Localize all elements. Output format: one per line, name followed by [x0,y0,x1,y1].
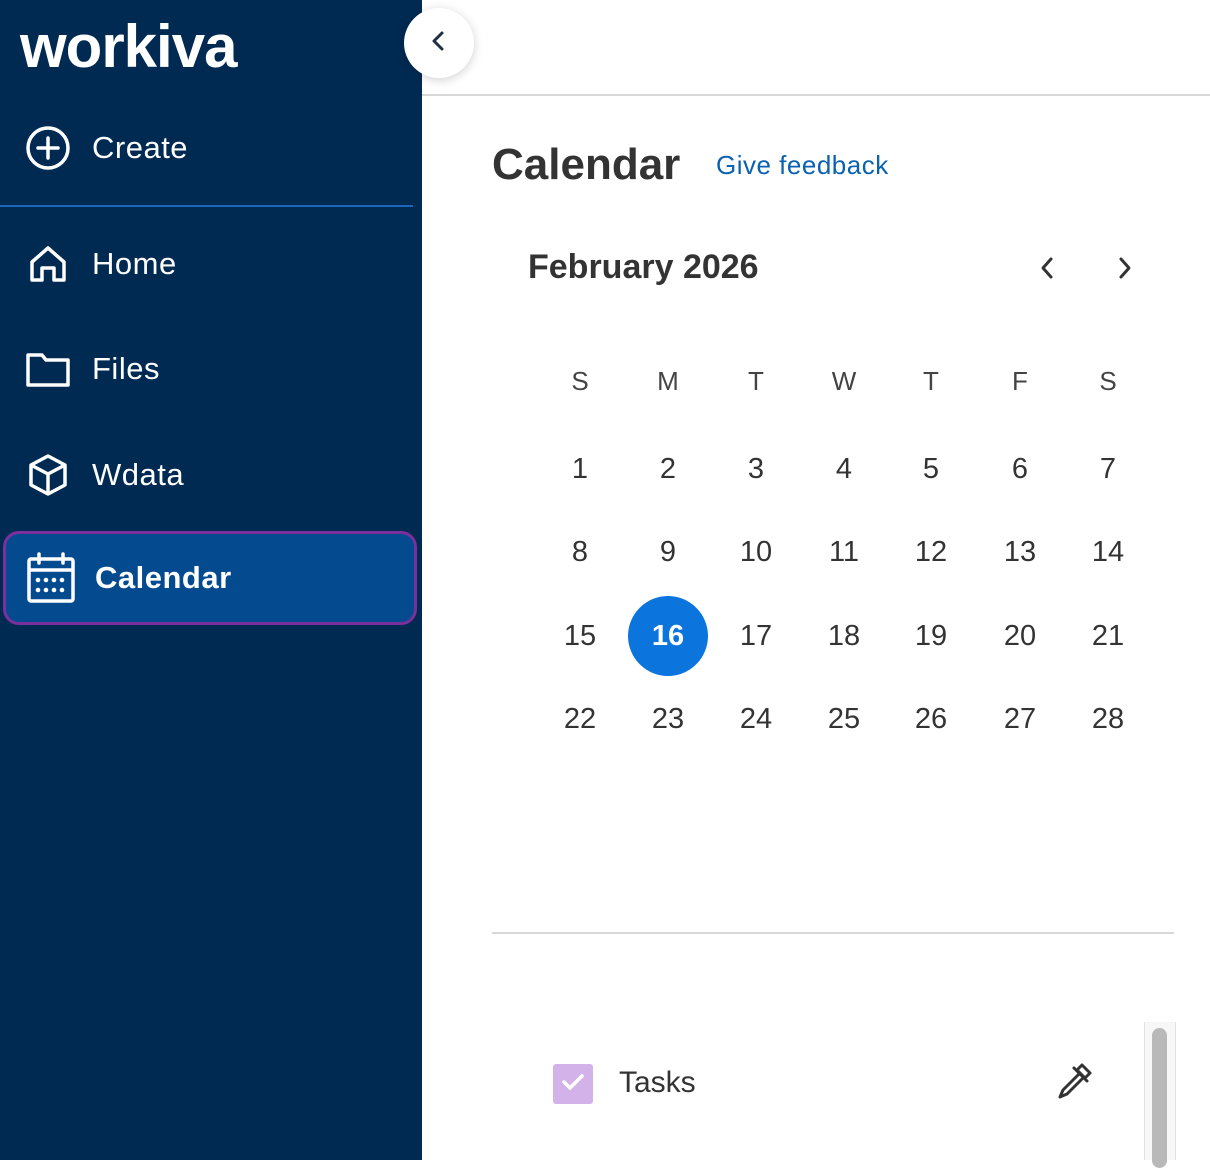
calendar-day[interactable]: 11 [804,512,884,592]
calendar-day[interactable]: 28 [1068,679,1148,759]
month-label: February 2026 [528,248,759,286]
weekday-label: F [1012,366,1028,396]
calendar-day[interactable]: 14 [1068,512,1148,592]
folder-icon [22,343,74,395]
calendar-day[interactable]: 9 [628,512,708,592]
sidebar-item-home[interactable]: Home [0,219,413,309]
sidebar-item-files[interactable]: Files [0,324,413,414]
home-icon [22,238,74,290]
sidebar: workiva Create Home Files Wdata Calendar [0,0,422,1160]
calendar-day[interactable]: 2 [628,429,708,509]
cube-icon [22,449,74,501]
tasks-label: Tasks [619,1066,696,1099]
calendar-day[interactable]: 22 [540,679,620,759]
calendar-day[interactable]: 6 [980,429,1060,509]
calendar-day[interactable]: 24 [716,679,796,759]
weekday-label: T [748,366,764,396]
collapse-sidebar-button[interactable] [404,8,474,78]
sidebar-divider [0,205,413,207]
create-label: Create [92,130,189,165]
calendar-day[interactable]: 15 [540,596,620,676]
header-divider [422,94,1210,96]
sidebar-item-wdata[interactable]: Wdata [0,430,413,520]
calendar-day[interactable]: 1 [540,429,620,509]
plus-circle-icon [22,122,74,174]
calendar-day[interactable]: 25 [804,679,884,759]
weekday-label: W [831,366,857,396]
give-feedback-link[interactable]: Give feedback [716,150,889,181]
eyedropper-icon [1052,1059,1096,1108]
calendar-day[interactable]: 3 [716,429,796,509]
calendar-day[interactable]: 18 [804,596,884,676]
calendar-day[interactable]: 26 [891,679,971,759]
checkmark-icon [560,1071,586,1098]
chevron-left-icon [429,29,449,58]
sidebar-item-calendar[interactable]: Calendar [3,531,417,625]
tasks-checkbox[interactable] [553,1064,593,1104]
calendar-day[interactable]: 27 [980,679,1060,759]
calendar-day[interactable]: 5 [891,429,971,509]
calendar-day[interactable]: 19 [891,596,971,676]
workiva-logo[interactable]: workiva [20,12,237,82]
calendar-day-selected[interactable]: 16 [628,596,708,676]
scrollbar-thumb[interactable] [1152,1028,1167,1168]
chevron-right-icon [1116,255,1134,286]
calendar-day[interactable]: 21 [1068,596,1148,676]
calendar-day[interactable]: 4 [804,429,884,509]
sidebar-item-label: Home [92,246,177,281]
sidebar-item-label: Wdata [92,457,185,492]
next-month-button[interactable] [1105,250,1145,290]
weekday-label: S [1099,366,1117,396]
weekday-label: M [657,366,679,396]
calendar-filter-tasks: Tasks [553,1063,1113,1104]
color-picker-button[interactable] [1049,1058,1099,1108]
calendar-day[interactable]: 23 [628,679,708,759]
section-divider [492,932,1174,934]
weekday-label: T [923,366,939,396]
calendar-day[interactable]: 13 [980,512,1060,592]
create-button[interactable]: Create [0,100,413,196]
page-title: Calendar [492,140,681,189]
weekday-label: S [571,366,589,396]
calendar-day[interactable]: 10 [716,512,796,592]
calendar-day[interactable]: 20 [980,596,1060,676]
calendar-icon [25,552,77,604]
sidebar-item-label: Calendar [95,560,232,595]
calendar-day[interactable]: 8 [540,512,620,592]
previous-month-button[interactable] [1027,250,1067,290]
sidebar-item-label: Files [92,351,160,386]
calendar-day[interactable]: 7 [1068,429,1148,509]
chevron-left-icon [1038,255,1056,286]
calendar-day[interactable]: 17 [716,596,796,676]
calendar-day[interactable]: 12 [891,512,971,592]
